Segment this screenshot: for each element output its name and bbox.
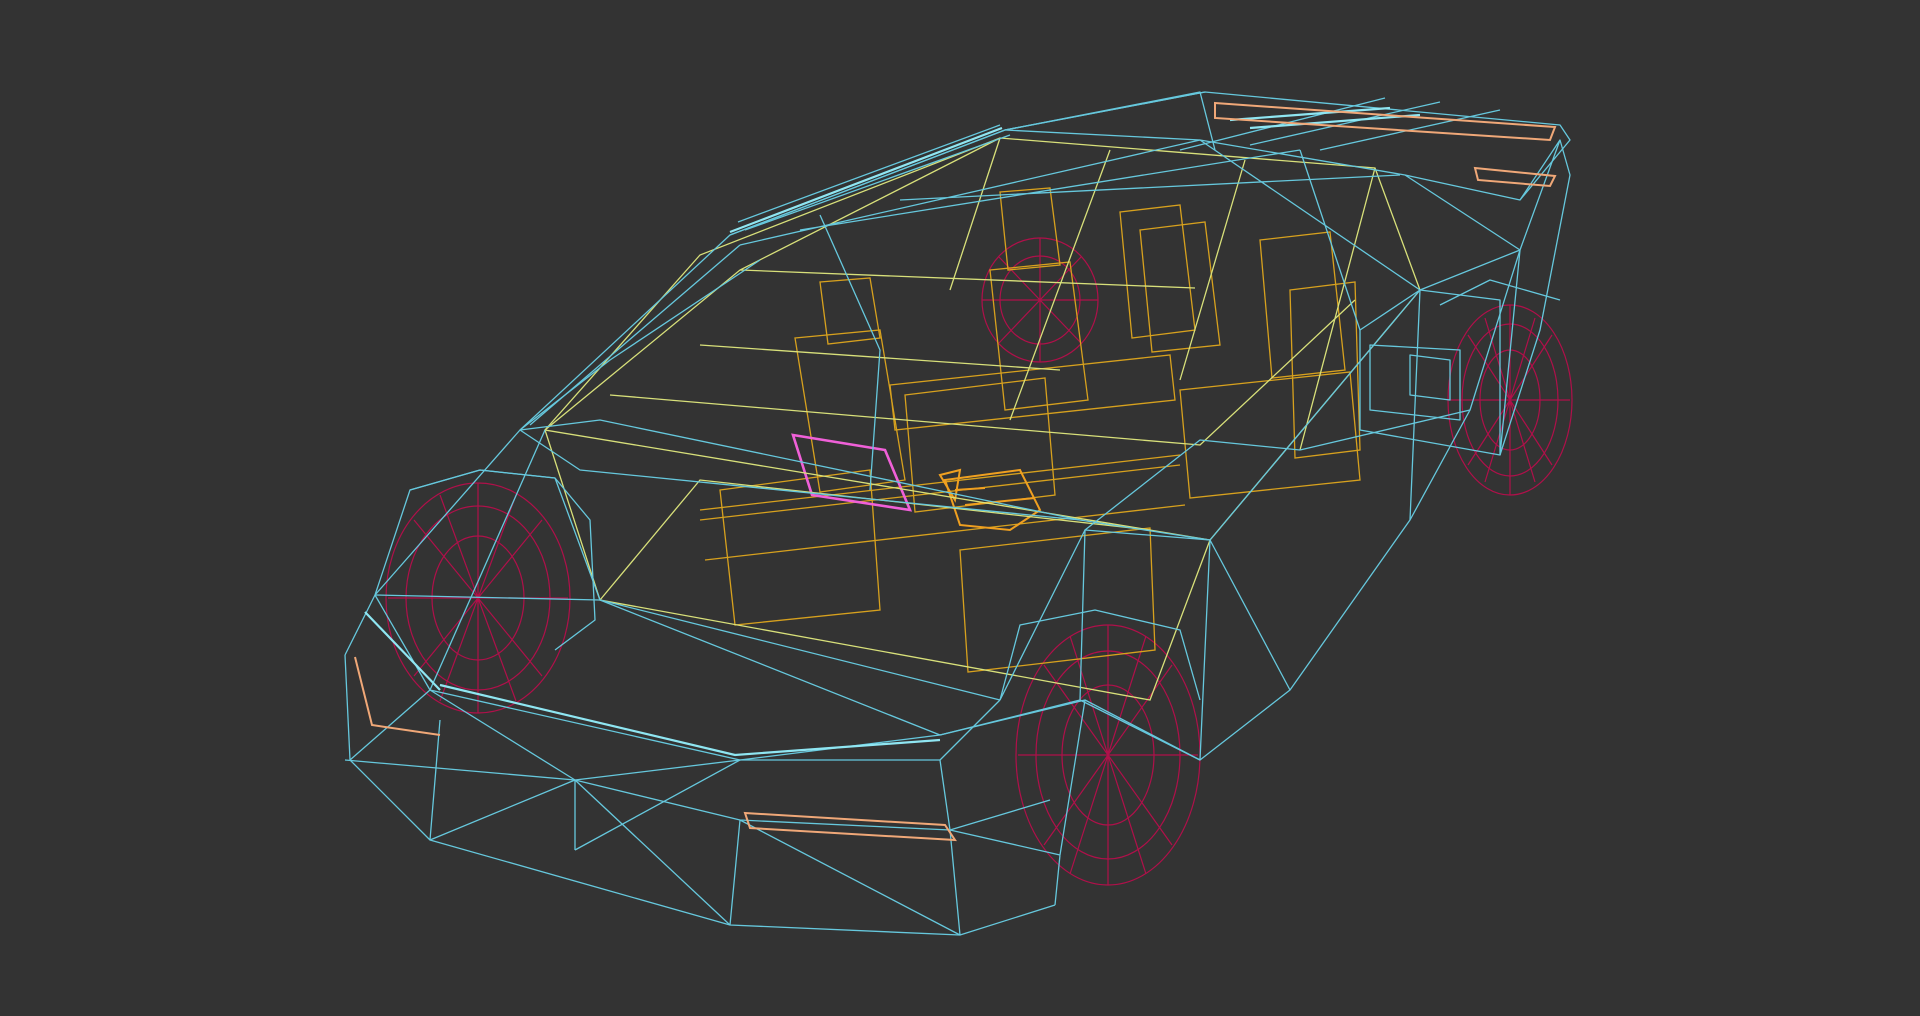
front-right-wheel	[1015, 624, 1201, 886]
headlights	[354, 656, 957, 842]
body-shell	[344, 91, 1571, 936]
front-left-wheel	[385, 482, 571, 714]
3d-viewport[interactable]	[0, 0, 1920, 1016]
wireframe-car-model[interactable]	[0, 0, 1920, 1016]
cabin-glass-frame	[543, 137, 1421, 701]
rear-left-wheel	[1447, 304, 1573, 496]
steering-wheel	[938, 468, 1042, 532]
taillights	[1214, 101, 1557, 188]
